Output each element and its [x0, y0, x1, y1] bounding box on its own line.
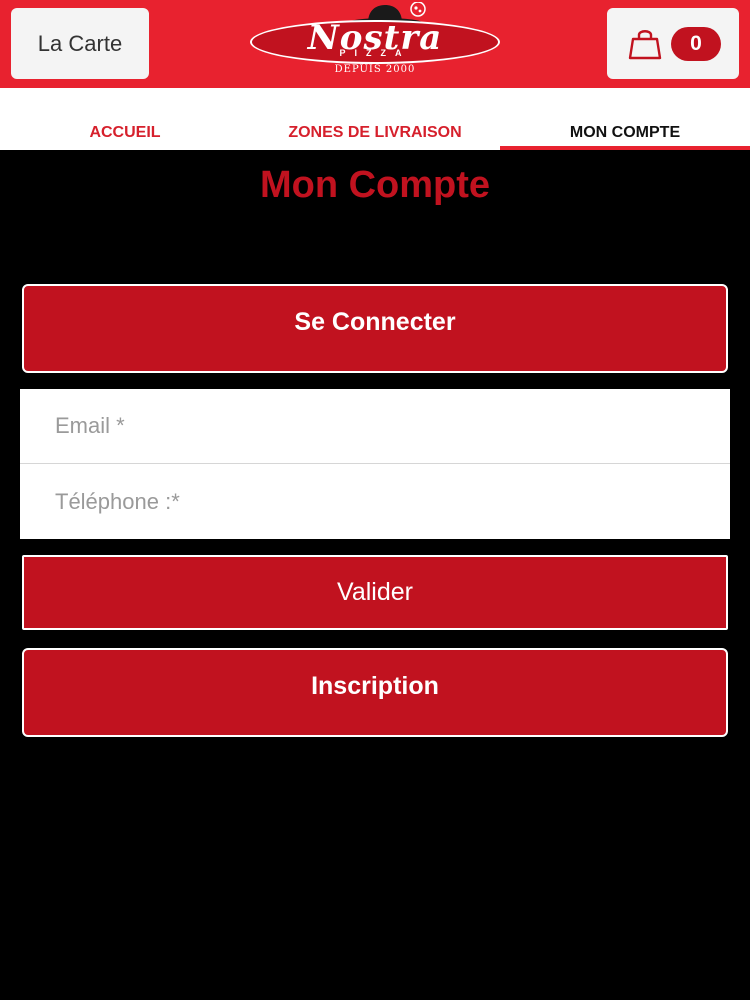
logo-sub-text: PIZZA	[339, 48, 411, 58]
nostra-pizza-logo[interactable]: Nostra PIZZA DEPUIS 2000	[248, 2, 502, 82]
cart-button[interactable]: 0	[607, 8, 739, 79]
main-navigation: ACCUEIL ZONES DE LIVRAISON MON COMPTE	[0, 88, 750, 150]
tab-zones-de-livraison[interactable]: ZONES DE LIVRAISON	[250, 88, 500, 150]
tab-mon-compte[interactable]: MON COMPTE	[500, 88, 750, 150]
email-field[interactable]	[20, 389, 730, 464]
page-title: Mon Compte	[259, 164, 491, 206]
inscription-button[interactable]: Inscription	[22, 648, 728, 737]
cart-count-badge: 0	[671, 26, 721, 61]
app-header: La Carte Nostra PIZZA DEPUIS 2000 0	[0, 0, 750, 88]
se-connecter-button[interactable]: Se Connecter	[22, 284, 728, 373]
logo-since-text: DEPUIS 2000	[334, 64, 416, 75]
tab-accueil[interactable]: ACCUEIL	[0, 88, 250, 150]
valider-button[interactable]: Valider	[22, 555, 728, 630]
la-carte-button[interactable]: La Carte	[11, 8, 149, 79]
shopping-bag-icon	[628, 29, 662, 59]
phone-field[interactable]	[20, 464, 730, 539]
login-form	[20, 389, 730, 539]
